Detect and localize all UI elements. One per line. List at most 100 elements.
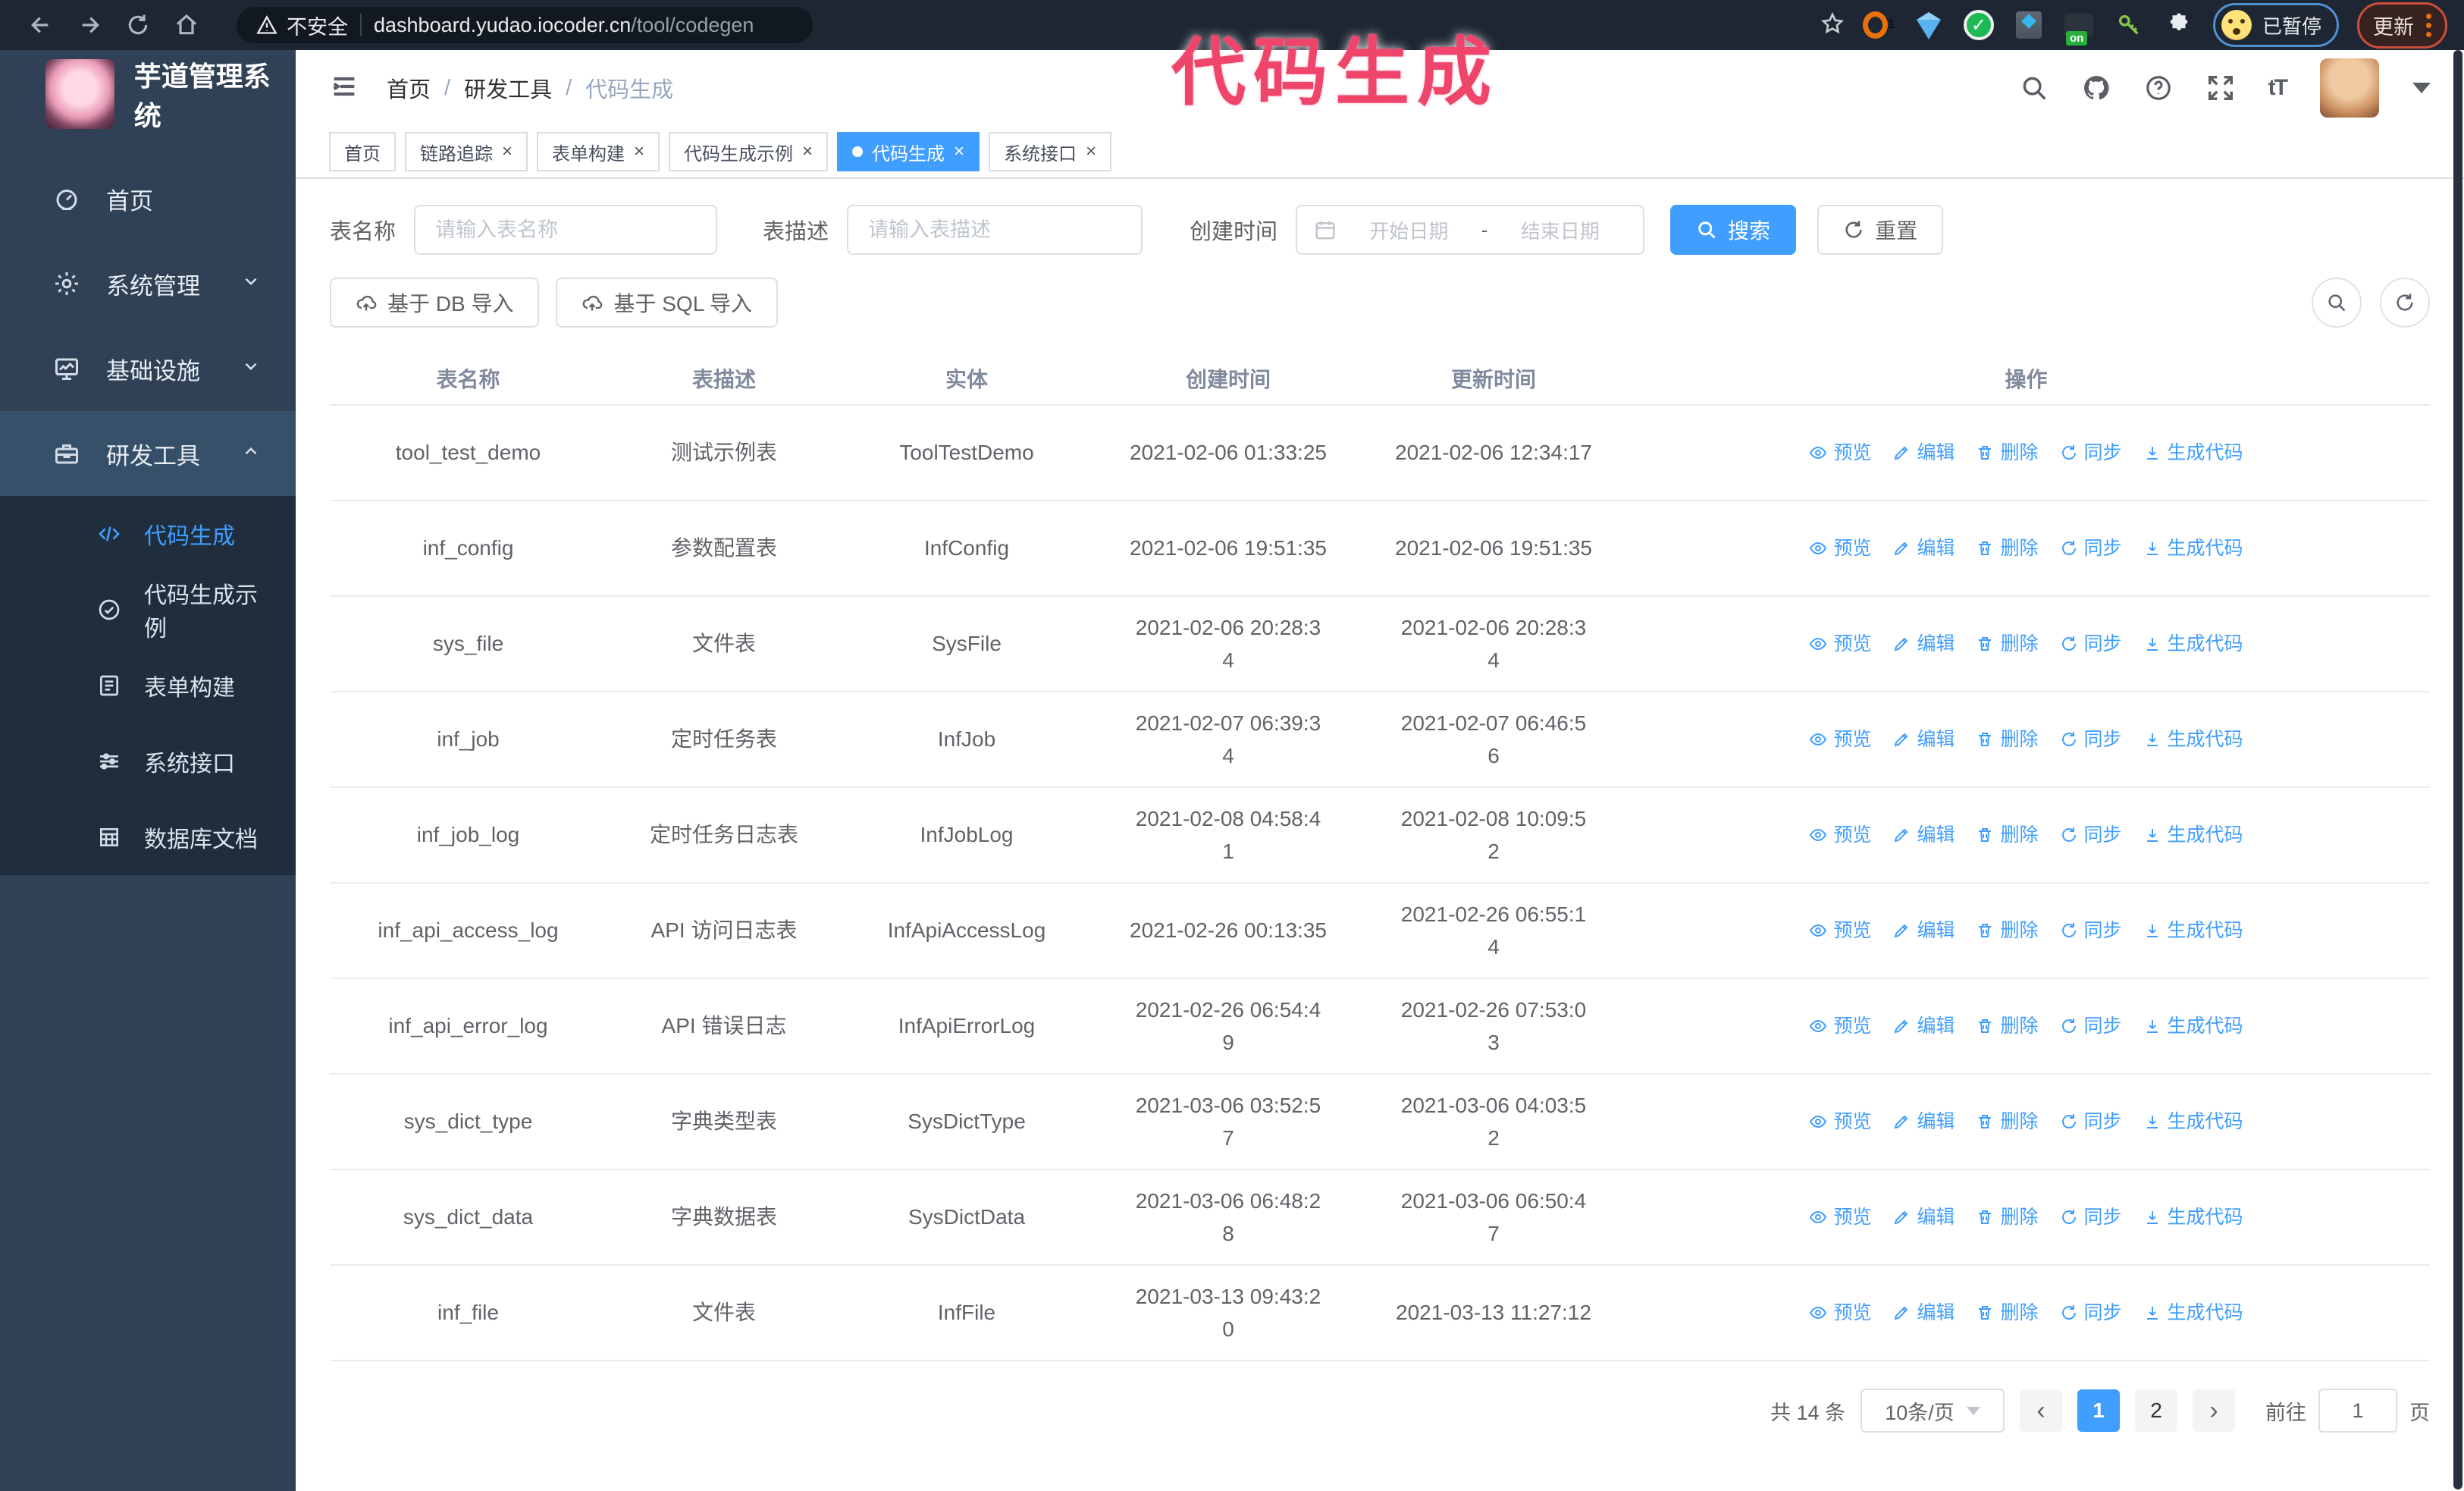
preview-link[interactable]: 预览 [1809, 629, 1871, 659]
ext-blue-gem-icon[interactable] [1913, 9, 1945, 41]
help-icon[interactable] [2144, 74, 2173, 102]
github-icon[interactable] [2082, 74, 2111, 102]
close-tab-icon[interactable]: × [954, 143, 964, 161]
delete-link[interactable]: 删除 [1976, 916, 2039, 946]
sync-link[interactable]: 同步 [2060, 438, 2122, 468]
preview-link[interactable]: 预览 [1809, 916, 1871, 946]
close-tab-icon[interactable]: × [502, 143, 513, 161]
reset-button[interactable]: 重置 [1817, 205, 1944, 255]
sidebar-item-系统管理[interactable]: 系统管理 [0, 241, 296, 326]
edit-link[interactable]: 编辑 [1892, 1012, 1955, 1041]
sync-link[interactable]: 同步 [2060, 1107, 2122, 1137]
generate-code-link[interactable]: 生成代码 [2143, 725, 2243, 755]
fullscreen-icon[interactable] [2206, 74, 2235, 102]
sync-link[interactable]: 同步 [2060, 629, 2122, 659]
reload-icon[interactable] [121, 8, 155, 42]
font-size-icon[interactable]: tT [2268, 75, 2288, 101]
preview-link[interactable]: 预览 [1809, 1298, 1871, 1328]
tab-首页[interactable]: 首页 [329, 132, 396, 171]
sync-link[interactable]: 同步 [2060, 1012, 2122, 1041]
app-logo-row[interactable]: 芋道管理系统 [0, 50, 296, 138]
preview-link[interactable]: 预览 [1809, 438, 1871, 468]
ext-gray-tiles-icon[interactable] [2013, 9, 2045, 41]
close-tab-icon[interactable]: × [634, 143, 644, 161]
sidebar-item-基础设施[interactable]: 基础设施 [0, 326, 296, 411]
delete-link[interactable]: 删除 [1976, 438, 2039, 468]
profile-paused-pill[interactable]: 已暂停 [2212, 3, 2339, 47]
edit-link[interactable]: 编辑 [1892, 534, 1955, 563]
generate-code-link[interactable]: 生成代码 [2143, 1107, 2243, 1137]
sync-link[interactable]: 同步 [2060, 534, 2122, 563]
prev-page-button[interactable]: ‹ [2020, 1389, 2062, 1432]
address-bar[interactable]: 不安全 dashboard.yudao.iocoder.cn/tool/code… [237, 7, 813, 43]
refresh-table-button[interactable] [2380, 278, 2430, 328]
date-range-picker[interactable]: 开始日期 - 结束日期 [1296, 205, 1645, 255]
generate-code-link[interactable]: 生成代码 [2143, 1203, 2243, 1232]
page-button-2[interactable]: 2 [2135, 1389, 2177, 1432]
user-avatar[interactable] [2320, 58, 2379, 118]
edit-link[interactable]: 编辑 [1892, 1107, 1955, 1137]
sidebar-item-代码生成[interactable]: 代码生成 [0, 496, 296, 572]
delete-link[interactable]: 删除 [1976, 629, 2039, 659]
sync-link[interactable]: 同步 [2060, 821, 2122, 850]
edit-link[interactable]: 编辑 [1892, 438, 1955, 468]
sync-link[interactable]: 同步 [2060, 1203, 2122, 1232]
edit-link[interactable]: 编辑 [1892, 1203, 1955, 1232]
tab-链路追踪[interactable]: 链路追踪 × [405, 132, 528, 171]
close-tab-icon[interactable]: × [802, 143, 813, 161]
security-warning[interactable]: 不安全 [256, 11, 348, 40]
delete-link[interactable]: 删除 [1976, 1298, 2039, 1328]
table-name-input[interactable] [414, 205, 718, 255]
table-desc-input[interactable] [847, 205, 1143, 255]
edit-link[interactable]: 编辑 [1892, 725, 1955, 755]
edit-link[interactable]: 编辑 [1892, 916, 1955, 946]
extensions-puzzle-icon[interactable] [2163, 9, 2195, 41]
back-icon[interactable] [24, 8, 58, 42]
forward-icon[interactable] [73, 8, 106, 42]
ext-green-check-icon[interactable]: ✓ [1963, 9, 1995, 41]
sidebar-item-系统接口[interactable]: 系统接口 [0, 724, 296, 799]
search-button[interactable]: 搜索 [1670, 205, 1797, 255]
edit-link[interactable]: 编辑 [1892, 1298, 1955, 1328]
edit-link[interactable]: 编辑 [1892, 629, 1955, 659]
preview-link[interactable]: 预览 [1809, 1012, 1871, 1041]
breadcrumb-home[interactable]: 首页 [387, 72, 431, 104]
sync-link[interactable]: 同步 [2060, 1298, 2122, 1328]
tab-系统接口[interactable]: 系统接口 × [989, 132, 1112, 171]
ext-green-key-icon[interactable] [2113, 9, 2145, 41]
hamburger-icon[interactable] [329, 71, 359, 105]
generate-code-link[interactable]: 生成代码 [2143, 438, 2243, 468]
delete-link[interactable]: 删除 [1976, 1203, 2039, 1232]
browser-menu-icon[interactable] [2426, 13, 2431, 37]
preview-link[interactable]: 预览 [1809, 725, 1871, 755]
sync-link[interactable]: 同步 [2060, 916, 2122, 946]
breadcrumb-dev-tools[interactable]: 研发工具 [464, 72, 552, 104]
generate-code-link[interactable]: 生成代码 [2143, 821, 2243, 850]
delete-link[interactable]: 删除 [1976, 821, 2039, 850]
page-button-1[interactable]: 1 [2077, 1389, 2120, 1432]
sidebar-item-表单构建[interactable]: 表单构建 [0, 648, 296, 724]
generate-code-link[interactable]: 生成代码 [2143, 534, 2243, 563]
jump-page-input[interactable] [2318, 1389, 2397, 1433]
window-scrollbar[interactable] [2453, 50, 2462, 1489]
delete-link[interactable]: 删除 [1976, 725, 2039, 755]
generate-code-link[interactable]: 生成代码 [2143, 1012, 2243, 1041]
preview-link[interactable]: 预览 [1809, 1203, 1871, 1232]
delete-link[interactable]: 删除 [1976, 1012, 2039, 1041]
next-page-button[interactable]: › [2193, 1389, 2235, 1432]
sidebar-item-研发工具[interactable]: 研发工具 [0, 411, 296, 496]
delete-link[interactable]: 删除 [1976, 1107, 2039, 1137]
generate-code-link[interactable]: 生成代码 [2143, 916, 2243, 946]
sidebar-item-数据库文档[interactable]: 数据库文档 [0, 799, 296, 875]
tab-代码生成示例[interactable]: 代码生成示例 × [669, 132, 829, 171]
ext-orange-badge-icon[interactable]: 1 [1862, 9, 1895, 41]
edit-link[interactable]: 编辑 [1892, 821, 1955, 850]
generate-code-link[interactable]: 生成代码 [2143, 1298, 2243, 1328]
page-size-select[interactable]: 10条/页 [1861, 1389, 2005, 1433]
preview-link[interactable]: 预览 [1809, 534, 1871, 563]
browser-update-button[interactable]: 更新 [2357, 2, 2447, 49]
sidebar-item-代码生成示例[interactable]: 代码生成示例 [0, 572, 296, 648]
avatar-caret-icon[interactable] [2412, 83, 2431, 93]
toggle-search-button[interactable] [2312, 278, 2362, 328]
close-tab-icon[interactable]: × [1086, 143, 1096, 161]
